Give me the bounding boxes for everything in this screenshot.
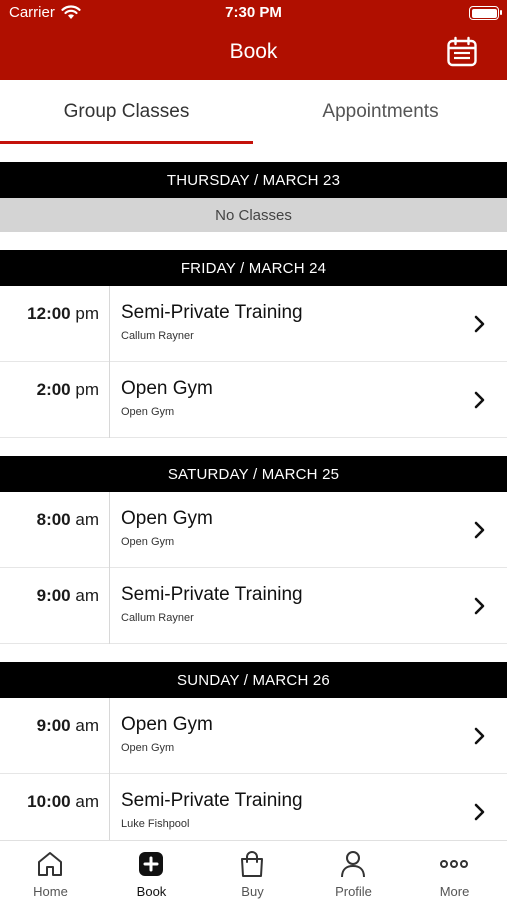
class-instructor: Callum Rayner (121, 612, 194, 624)
home-icon (38, 852, 62, 876)
class-name: Semi-Private Training (121, 790, 303, 811)
tabbar-buy[interactable]: Buy (202, 841, 303, 900)
class-name: Open Gym (121, 508, 213, 529)
chevron-right-icon (474, 727, 485, 745)
more-dots-icon (440, 860, 468, 868)
class-instructor: Open Gym (121, 742, 175, 754)
bottom-tab-bar: Home Book Buy Profile More (0, 840, 507, 900)
class-time: 12:00 pm (27, 304, 99, 323)
class-time: 9:00 am (36, 716, 99, 735)
tabbar-book[interactable]: Book (101, 841, 202, 900)
chevron-right-icon (474, 597, 485, 615)
class-instructor: Open Gym (121, 406, 175, 418)
status-time: 7:30 PM (225, 4, 282, 21)
shopping-bag-icon (241, 851, 263, 877)
class-time: 10:00 am (27, 792, 99, 811)
tabbar-label: Profile (335, 884, 372, 899)
tabbar-label: Buy (241, 884, 264, 899)
chevron-right-icon (474, 803, 485, 821)
class-time: 8:00 am (36, 510, 99, 529)
tabbar-profile[interactable]: Profile (303, 841, 404, 900)
tabbar-label: More (439, 884, 470, 899)
class-instructor: Luke Fishpool (121, 818, 190, 830)
schedule-list[interactable]: THURSDAY / MARCH 23 No Classes FRIDAY / … (0, 144, 507, 840)
status-bar: Carrier 7:30 PM (0, 0, 507, 26)
app-header: Carrier 7:30 PM Book (0, 0, 507, 80)
class-row[interactable]: 8:00 am Open Gym Open Gym (0, 492, 507, 568)
booking-tabs: Group Classes Appointments (0, 80, 507, 144)
calendar-icon[interactable] (446, 36, 478, 68)
battery-icon (469, 6, 502, 20)
class-instructor: Open Gym (121, 536, 175, 548)
tab-group-classes[interactable]: Group Classes (0, 80, 253, 144)
chevron-right-icon (474, 521, 485, 539)
tabbar-label: Home (33, 884, 68, 899)
class-instructor: Callum Rayner (121, 330, 194, 342)
tab-appointments[interactable]: Appointments (254, 80, 507, 144)
day-header: SATURDAY / MARCH 25 (0, 456, 507, 492)
class-row[interactable]: 2:00 pm Open Gym Open Gym (0, 362, 507, 438)
chevron-right-icon (474, 391, 485, 409)
class-name: Semi-Private Training (121, 584, 303, 605)
no-classes-notice: No Classes (0, 198, 507, 232)
class-name: Open Gym (121, 714, 213, 735)
day-header: THURSDAY / MARCH 23 (0, 162, 507, 198)
class-time: 9:00 am (36, 586, 99, 605)
tabbar-home[interactable]: Home (0, 841, 101, 900)
day-header: FRIDAY / MARCH 24 (0, 250, 507, 286)
tabbar-label: Book (136, 884, 167, 899)
class-row[interactable]: 9:00 am Semi-Private Training Callum Ray… (0, 568, 507, 644)
class-name: Semi-Private Training (121, 302, 303, 323)
class-row[interactable]: 9:00 am Open Gym Open Gym (0, 698, 507, 774)
chevron-right-icon (474, 315, 485, 333)
class-row[interactable]: 10:00 am Semi-Private Training Luke Fish… (0, 774, 507, 840)
plus-square-icon (139, 852, 163, 876)
person-icon (341, 851, 365, 878)
class-row[interactable]: 12:00 pm Semi-Private Training Callum Ra… (0, 286, 507, 362)
day-header: SUNDAY / MARCH 26 (0, 662, 507, 698)
page-title: Book (229, 40, 278, 63)
class-name: Open Gym (121, 378, 213, 399)
tabbar-more[interactable]: More (404, 841, 505, 900)
class-time: 2:00 pm (36, 380, 99, 399)
